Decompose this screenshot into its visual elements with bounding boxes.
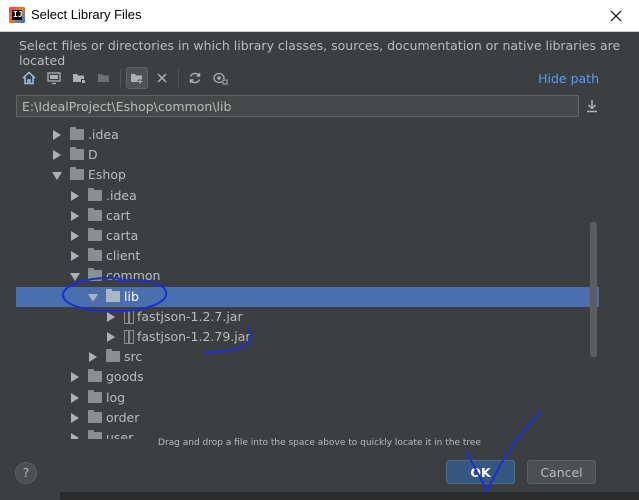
new-folder-button[interactable] [126,67,148,89]
tree-item-label: client [106,248,141,264]
chevron-right-icon[interactable] [53,150,61,161]
tree-item-folder[interactable]: common [16,266,599,286]
close-icon [610,10,622,21]
tree-item-label: fastjson-1.2.7.jar [137,308,243,324]
tree-item-folder[interactable]: .idea [16,125,599,145]
chevron-right-icon[interactable] [71,372,79,383]
tree-item-label: fastjson-1.2.79.jar [137,329,251,344]
tree-item-label: .idea [106,187,137,203]
hide-path-link[interactable]: Hide path [538,71,599,86]
tree-item-label: goods [106,369,144,385]
chevron-right-icon[interactable] [71,190,79,201]
tree-item-label: Eshop [88,167,126,183]
dialog-description: Select files or directories in which lib… [19,38,621,68]
chevron-right-icon[interactable] [71,231,79,241]
tree-item-folder[interactable]: lib [16,286,599,307]
chevron-right-icon[interactable] [107,332,115,342]
folder-icon [88,409,102,423]
jar-file-icon [124,309,134,324]
tree-item-folder[interactable]: cart [16,206,599,226]
folder-icon [70,147,84,161]
project-folder-icon [73,74,86,84]
tree-item-folder[interactable]: order [16,408,599,428]
tree-scrollbar[interactable] [590,222,597,357]
delete-button[interactable] [151,67,173,89]
show-hidden-icon [212,72,228,85]
folder-icon [88,268,102,282]
file-tree: .idea D Eshop .idea cart carta client common lib… [16,121,599,439]
toolbar-separator [178,69,179,87]
desktop-icon [47,72,61,85]
folder-icon [70,127,84,140]
tree-item-label: log [106,389,126,405]
tree-item-jar[interactable]: fastjson-1.2.79.jar [16,327,599,347]
toolbar-separator [120,69,121,87]
home-button[interactable] [18,67,40,89]
jar-file-icon [124,330,134,344]
tree-item-folder[interactable]: log [16,388,599,408]
intellij-app-icon: IJ [9,7,25,23]
chevron-right-icon[interactable] [89,352,97,363]
tree-item-label: lib [124,288,139,304]
tree-item-label: order [106,409,140,425]
module-folder-button[interactable] [93,67,115,89]
home-icon [22,71,36,85]
desktop-button[interactable] [43,67,65,89]
folder-icon [70,167,84,181]
tree-item-label: .idea [88,127,119,142]
tree-item-jar[interactable]: fastjson-1.2.7.jar [16,307,599,327]
chevron-down-icon[interactable] [52,172,62,181]
tree-item-label: cart [106,207,131,223]
chevron-right-icon[interactable] [71,392,79,403]
folder-icon [88,248,102,262]
path-input[interactable]: E:\IdealProject\Eshop\common\lib [16,95,579,117]
background-window-edge [60,492,639,500]
cancel-button[interactable]: Cancel [527,460,596,484]
ok-button[interactable]: OK [446,460,515,484]
help-button[interactable]: ? [15,462,37,484]
title-bar: IJ Select Library Files [0,0,639,32]
module-folder-icon [98,74,109,82]
folder-icon [88,228,102,241]
tree-item-label: D [88,147,98,163]
tree-item-folder[interactable]: goods [16,367,599,387]
chevron-right-icon[interactable] [71,251,79,262]
tree-item-folder[interactable]: Eshop [16,165,599,185]
drag-drop-hint: Drag and drop a file into the space abov… [158,438,481,448]
new-folder-icon [131,74,143,84]
chevron-right-icon[interactable] [53,130,61,140]
tree-item-label: src [124,349,143,365]
window-title: Select Library Files [31,7,142,22]
download-icon[interactable] [584,98,600,114]
folder-icon [88,389,102,403]
chevron-down-icon[interactable] [88,293,98,302]
close-button[interactable] [593,0,639,31]
refresh-button[interactable] [184,67,206,89]
folder-icon [106,349,120,363]
folder-icon [88,207,102,221]
chevron-right-icon[interactable] [107,311,115,322]
project-folder-button[interactable] [68,67,90,89]
refresh-icon [189,72,201,84]
tree-item-folder[interactable]: carta [16,226,599,246]
show-hidden-button[interactable] [209,67,231,89]
folder-icon [106,288,120,302]
tree-item-folder[interactable]: client [16,246,599,266]
tree-item-label: carta [106,228,139,243]
tree-item-folder[interactable]: src [16,347,599,367]
folder-icon [88,369,102,383]
delete-icon [157,73,167,83]
chevron-right-icon[interactable] [71,412,79,423]
tree-item-folder[interactable]: D [16,145,599,165]
toolbar [18,67,234,89]
chevron-down-icon[interactable] [70,273,80,282]
folder-icon [88,187,102,201]
tree-item-folder[interactable]: .idea [16,186,599,206]
chevron-right-icon[interactable] [71,210,79,221]
tree-item-label: common [106,268,161,284]
